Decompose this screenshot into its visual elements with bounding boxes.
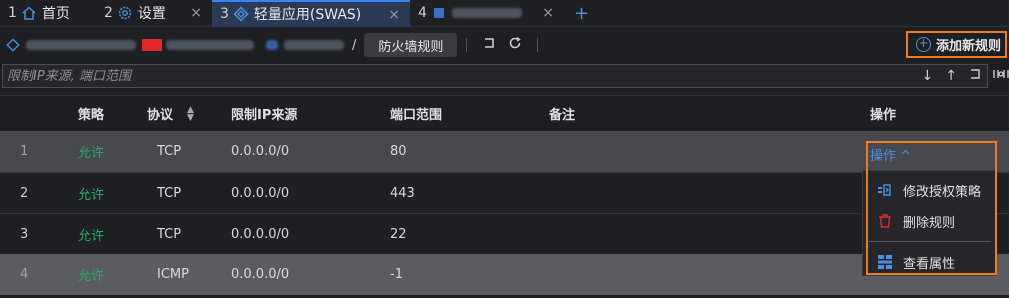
tab-number: 2 (104, 5, 113, 21)
swas-icon (6, 38, 20, 52)
swas-icon (233, 6, 249, 22)
ip-cell: 0.0.0.0/0 (231, 185, 290, 201)
row-number: 1 (20, 144, 29, 159)
divider (466, 38, 468, 52)
edit-policy-icon (877, 182, 893, 198)
row-number: 2 (20, 185, 29, 201)
tab-swas[interactable]: 3 轻量应用(SWAS) × (212, 0, 410, 27)
menu-item-label: 删除规则 (903, 215, 956, 231)
table-header: 策略 协议 ▲ ▼ 限制IP来源 端口范围 备注 操作 (0, 95, 1009, 131)
policy-cell: 允许 (78, 146, 105, 161)
tab-home[interactable]: 1 首页 (0, 0, 96, 27)
policy-cell: 允许 (78, 269, 105, 284)
tab-number: 4 (418, 5, 427, 21)
toolbar: / 防火墙规则 + 添加新规则 (0, 29, 1009, 61)
region-flag-icon (142, 39, 162, 51)
sort-icon[interactable]: ▲ ▼ (187, 105, 194, 122)
ip-cell: 0.0.0.0/0 (231, 226, 290, 242)
policy-cell: 允许 (78, 228, 105, 244)
filter-bar: ↓ ↑ (2, 64, 988, 88)
row-actions-menu: 修改授权策略 删除规则 查看属性 (862, 170, 996, 276)
home-icon (21, 5, 37, 21)
redacted-instance (284, 40, 344, 50)
table-row[interactable]: 3 允许 TCP 0.0.0.0/0 22 (0, 213, 1009, 254)
divider (537, 38, 539, 52)
gear-icon (117, 5, 133, 21)
arrow-up-icon[interactable]: ↑ (945, 68, 957, 84)
table-row[interactable]: 2 允许 TCP 0.0.0.0/0 443 (0, 172, 1009, 213)
instance-icon (431, 5, 447, 21)
header-port[interactable]: 端口范围 (390, 96, 442, 131)
menu-item-label: 修改授权策略 (903, 184, 982, 200)
row-number: 4 (20, 267, 29, 282)
tab-number: 3 (220, 6, 229, 22)
arrow-down-icon[interactable]: ↓ (922, 68, 934, 84)
menu-item-edit-policy[interactable]: 修改授权策略 (863, 175, 995, 205)
table-row[interactable]: 1 允许 TCP 0.0.0.0/0 80 (0, 131, 1009, 172)
menu-item-label: 查看属性 (903, 256, 956, 272)
grid-properties-icon (877, 254, 893, 270)
port-cell: -1 (390, 267, 403, 282)
tab-instance[interactable]: 4 × (410, 0, 564, 27)
port-cell: 80 (390, 144, 407, 159)
tab-label: 轻量应用(SWAS) (253, 7, 362, 23)
table-row[interactable]: 4 允许 ICMP 0.0.0.0/0 -1 (0, 254, 1009, 295)
trash-icon (877, 213, 893, 229)
header-note[interactable]: 备注 (549, 96, 575, 131)
redacted-account (26, 40, 136, 50)
row-actions-dropdown[interactable]: 操作 ^ (870, 145, 911, 164)
header-op: 操作 (870, 108, 897, 123)
close-icon[interactable]: × (388, 7, 400, 23)
close-icon[interactable]: × (542, 5, 554, 21)
redacted-instance-name (451, 8, 522, 18)
protocol-cell: ICMP (157, 267, 189, 282)
return-icon[interactable] (969, 68, 981, 84)
plus-circle-icon: + (915, 37, 931, 52)
policy-cell: 允许 (78, 187, 105, 203)
back-icon[interactable] (482, 36, 496, 54)
menu-item-view-properties[interactable]: 查看属性 (863, 247, 995, 277)
add-tab-button[interactable]: + (574, 3, 589, 24)
tab-settings[interactable]: 2 设置 × (96, 0, 212, 27)
ip-cell: 0.0.0.0/0 (231, 144, 290, 159)
header-policy[interactable]: 策略 (78, 96, 104, 131)
add-rule-label: 添加新规则 (935, 39, 1001, 54)
protocol-cell: TCP (157, 226, 182, 242)
tab-number: 1 (8, 5, 17, 21)
firewall-rules-tab[interactable]: 防火墙规则 (364, 33, 458, 57)
protocol-cell: TCP (157, 144, 182, 159)
row-number: 3 (20, 226, 29, 242)
redacted-region (166, 40, 254, 50)
refresh-icon[interactable] (508, 36, 522, 54)
ip-cell: 0.0.0.0/0 (231, 267, 290, 282)
tab-label: 首页 (41, 6, 70, 22)
menu-item-delete-rule[interactable]: 删除规则 (863, 206, 995, 236)
header-protocol-label: 协议 (147, 108, 174, 123)
port-cell: 22 (390, 226, 407, 242)
filter-input[interactable] (3, 65, 916, 87)
tab-bar: 1 首页 2 设置 × 3 轻量应用(SWAS) × 4 × + (0, 0, 1009, 27)
add-rule-button[interactable]: + 添加新规则 (905, 31, 1007, 58)
port-cell: 443 (390, 185, 415, 201)
breadcrumb-separator: / (352, 37, 357, 53)
tab-label: 设置 (137, 6, 166, 22)
close-icon[interactable]: × (190, 5, 202, 21)
protocol-cell: TCP (157, 185, 182, 201)
menu-divider (869, 241, 991, 242)
filter-options-icon[interactable] (993, 68, 1009, 83)
instance-icon (266, 40, 278, 50)
header-protocol[interactable]: 协议 ▲ ▼ (147, 96, 207, 131)
header-ip[interactable]: 限制IP来源 (231, 96, 297, 131)
